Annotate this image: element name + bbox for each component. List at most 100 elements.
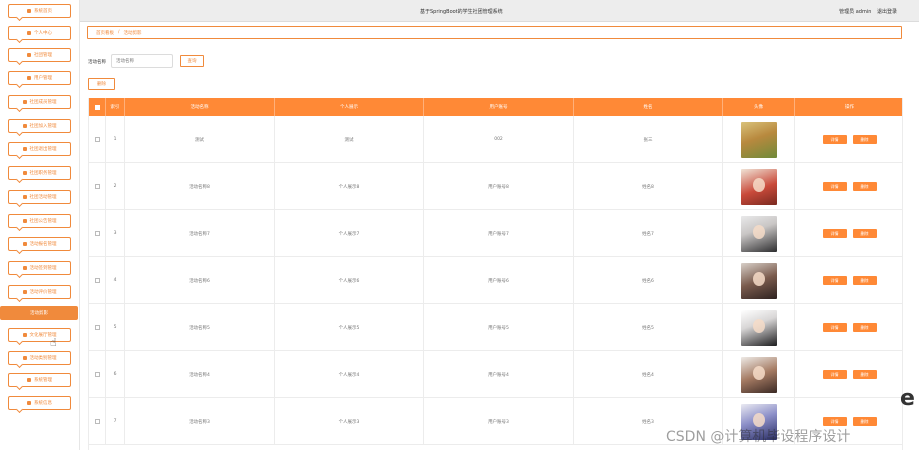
- sidebar-item[interactable]: 社团活动管理: [8, 190, 71, 208]
- edge-glyph: e: [900, 386, 915, 411]
- row-checkbox[interactable]: [94, 325, 100, 330]
- detail-button[interactable]: 详情: [822, 323, 847, 332]
- tab-tail-decoration: [15, 337, 24, 346]
- sidebar-item-label: 活动剪影: [30, 311, 48, 316]
- table-row: 1 测试 测试 002 张三 详情 删除: [89, 116, 902, 163]
- sidebar-item-label: 社团管理: [34, 53, 52, 58]
- detail-button[interactable]: 详情: [822, 417, 847, 426]
- sidebar-item[interactable]: 活动类别管理: [8, 351, 71, 369]
- table-header: 索引 活动名称 个人展示 用户账号 姓名 头像 操作: [89, 98, 902, 116]
- sidebar-item-label: 系统管理: [34, 378, 52, 383]
- breadcrumb-separator: /: [118, 30, 120, 35]
- tab-tail-decoration: [15, 360, 24, 369]
- sidebar-item-label: 系统首页: [34, 9, 52, 14]
- row-delete-button[interactable]: 删除: [852, 323, 877, 332]
- sidebar-item-label: 社团退出管理: [29, 147, 57, 152]
- sidebar-item[interactable]: 社团公告管理: [8, 214, 71, 232]
- sidebar-item[interactable]: 系统管理: [8, 373, 71, 391]
- realname-cell: 姓名4: [574, 351, 723, 398]
- avatar-cell: [723, 351, 795, 398]
- sidebar-item[interactable]: 社团管理: [8, 48, 71, 66]
- exit-icon: [22, 147, 27, 151]
- realname-cell: 姓名6: [574, 257, 723, 304]
- sidebar-item[interactable]: 活动报名管理: [8, 237, 71, 255]
- avatar: [740, 121, 777, 158]
- avatar: [740, 262, 777, 299]
- row-delete-button[interactable]: 删除: [852, 370, 877, 379]
- avatar-face: [752, 318, 765, 333]
- detail-button[interactable]: 详情: [822, 370, 847, 379]
- sidebar-item[interactable]: 个人中心: [8, 26, 71, 44]
- batch-delete-button[interactable]: 删除: [88, 78, 115, 90]
- row-checkbox[interactable]: [94, 419, 100, 424]
- table-row: 3 活动名称7 个人展示7 用户账号7 姓名7 详情 删除: [89, 210, 902, 257]
- join-icon: [22, 124, 27, 128]
- select-all-checkbox[interactable]: [94, 104, 100, 110]
- select-all-cell: [89, 98, 106, 116]
- row-delete-button[interactable]: 删除: [852, 182, 877, 191]
- select-cell: [89, 210, 106, 257]
- home-icon: [27, 9, 31, 13]
- user-info: 管理员 admin 退出登录: [839, 8, 897, 15]
- tab-tail-decoration: [15, 246, 24, 255]
- detail-button[interactable]: 详情: [822, 229, 847, 238]
- watermark: CSDN @计算机毕设程序设计: [666, 429, 851, 445]
- row-checkbox[interactable]: [94, 278, 100, 283]
- row-delete-button[interactable]: 删除: [852, 417, 877, 426]
- sidebar-item-label: 用户管理: [34, 76, 52, 81]
- realname-cell: 姓名8: [574, 163, 723, 210]
- avatar-face: [752, 177, 765, 192]
- row-delete-button[interactable]: 删除: [852, 229, 877, 238]
- sidebar-item[interactable]: 活动剪影: [0, 306, 78, 320]
- sidebar-item[interactable]: 活动签到管理: [8, 261, 71, 279]
- avatar-cell: [723, 210, 795, 257]
- select-cell: [89, 116, 106, 163]
- row-checkbox[interactable]: [94, 137, 100, 142]
- account-cell: 002: [424, 116, 574, 163]
- index-cell: 1: [106, 116, 125, 163]
- hall-icon: [22, 333, 27, 337]
- detail-button[interactable]: 详情: [822, 276, 847, 285]
- detail-button[interactable]: 详情: [822, 182, 847, 191]
- row-delete-button[interactable]: 删除: [852, 276, 877, 285]
- sidebar-item[interactable]: 社团职务管理: [8, 166, 71, 184]
- account-cell: 用户账号7: [424, 210, 574, 257]
- sidebar-item-label: 活动类别管理: [29, 356, 57, 361]
- sidebar-item[interactable]: 社团退出管理: [8, 142, 71, 160]
- sidebar-item[interactable]: 系统信息: [8, 396, 71, 414]
- sidebar-item[interactable]: 社团加入管理: [8, 119, 71, 137]
- select-cell: [89, 257, 106, 304]
- row-checkbox[interactable]: [94, 184, 100, 189]
- avatar: [740, 356, 777, 393]
- logout-link[interactable]: 退出登录: [877, 9, 897, 15]
- top-bar: 基于SpringBoot的学生社团管理系统 管理员 admin 退出登录: [80, 0, 919, 22]
- sidebar-item-label: 社团加入管理: [29, 124, 57, 129]
- row-checkbox[interactable]: [94, 231, 100, 236]
- tab-tail-decoration: [15, 35, 24, 44]
- select-cell: [89, 398, 106, 445]
- table-row: 2 活动名称8 个人展示8 用户账号8 姓名8 详情 删除: [89, 163, 902, 210]
- display-cell: 个人展示6: [275, 257, 424, 304]
- sidebar-item[interactable]: 用户管理: [8, 71, 71, 89]
- flag-icon: [22, 195, 27, 199]
- breadcrumb-home[interactable]: 首页看板: [96, 30, 114, 36]
- tab-tail-decoration: [15, 13, 24, 22]
- avatar-face: [752, 365, 765, 380]
- index-cell: 2: [106, 163, 125, 210]
- avatar-cell: [723, 163, 795, 210]
- detail-button[interactable]: 详情: [822, 135, 847, 144]
- row-checkbox[interactable]: [94, 372, 100, 377]
- sidebar-item[interactable]: 社团成员管理: [8, 95, 71, 113]
- badge-icon: [22, 171, 27, 175]
- sidebar-item[interactable]: 活动评价管理: [8, 285, 71, 303]
- activity-name-cell: 活动名称8: [125, 163, 275, 210]
- account-cell: 用户账号6: [424, 257, 574, 304]
- row-delete-button[interactable]: 删除: [852, 135, 877, 144]
- sidebar-item[interactable]: 系统首页: [8, 4, 71, 22]
- search-input[interactable]: [111, 54, 173, 68]
- query-button[interactable]: 查询: [180, 55, 204, 67]
- avatar: [740, 309, 777, 346]
- sidebar-item[interactable]: 文化展厅管理: [8, 328, 71, 346]
- column-header: 个人展示: [275, 98, 424, 116]
- column-header: 索引: [106, 98, 125, 116]
